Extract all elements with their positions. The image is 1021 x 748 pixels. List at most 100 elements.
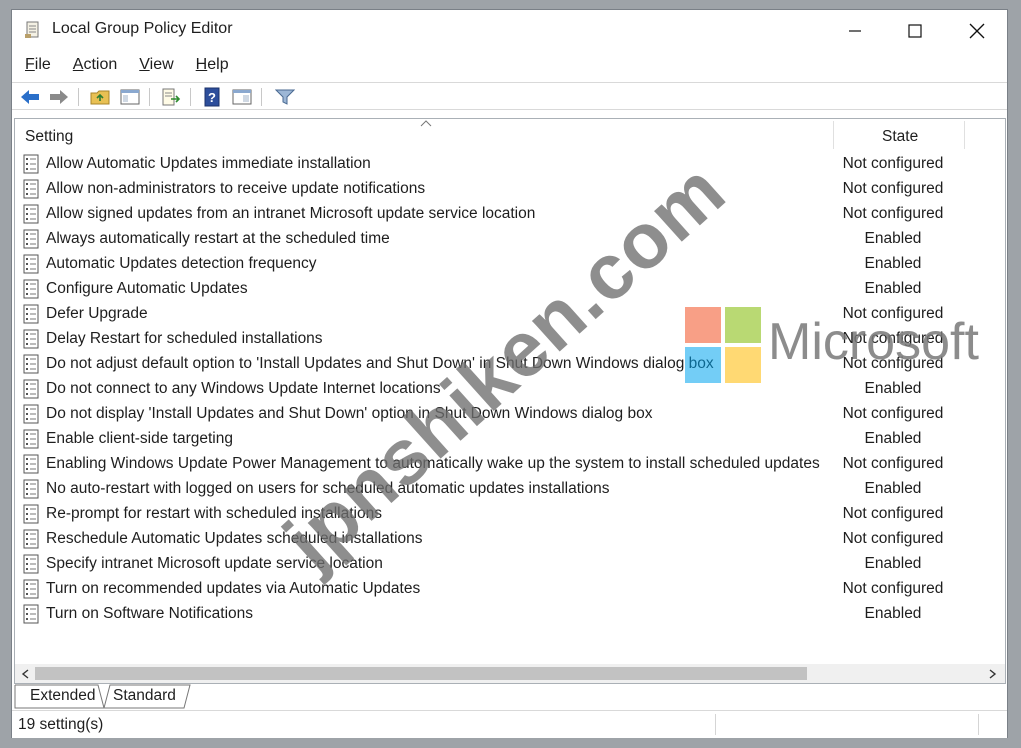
tab-standard[interactable]: Standard [102,684,190,708]
menu-action[interactable]: Action [64,52,126,78]
setting-state: Enabled [864,255,922,272]
toolbar-separator [261,88,262,106]
policy-setting-icon [23,429,39,449]
table-row[interactable]: Specify intranet Microsoft update servic… [15,552,1005,577]
setting-state: Not configured [842,405,944,422]
policy-setting-icon [23,404,39,424]
policy-setting-icon [23,604,39,624]
table-row[interactable]: Allow signed updates from an intranet Mi… [15,202,1005,227]
status-divider [715,714,716,735]
maximize-button[interactable] [885,16,945,46]
column-header-setting[interactable]: Setting [25,128,73,146]
status-divider [978,714,979,735]
chevron-left-icon [21,668,29,679]
menu-bar: File Action View Help [12,52,1007,78]
setting-name: Enable client-side targeting [46,430,233,447]
column-divider[interactable] [833,121,834,149]
column-header-state[interactable]: State [882,128,918,146]
title-bar[interactable]: Local Group Policy Editor [12,10,1007,50]
back-button[interactable] [19,87,41,107]
menu-action-label: ction [83,56,118,73]
menu-file-accel: F [25,56,35,73]
filter-button[interactable] [274,87,296,107]
menu-file-label: ile [34,56,51,73]
policy-setting-icon [23,504,39,524]
setting-state: Enabled [864,480,922,497]
setting-name: Delay Restart for scheduled installation… [46,330,323,347]
policy-setting-icon [23,529,39,549]
policy-setting-icon [23,579,39,599]
setting-state: Not configured [842,180,944,197]
window-title: Local Group Policy Editor [52,20,233,37]
show-hide-tree-icon [120,89,140,105]
policy-setting-icon [23,354,39,374]
setting-state: Not configured [842,505,944,522]
setting-name: Always automatically restart at the sche… [46,230,390,247]
policy-setting-icon [23,154,39,174]
setting-name: Allow signed updates from an intranet Mi… [46,205,536,222]
menu-file[interactable]: File [16,52,60,78]
setting-name: Configure Automatic Updates [46,280,248,297]
tab-extended[interactable]: Extended [17,684,103,708]
policy-setting-icon [23,379,39,399]
horizontal-scrollbar[interactable] [15,664,1005,683]
policy-setting-icon [23,279,39,299]
scroll-right-button[interactable] [985,665,1001,682]
table-row[interactable]: Allow non-administrators to receive upda… [15,177,1005,202]
setting-state: Not configured [842,455,944,472]
table-row[interactable]: Automatic Updates detection frequency Ena… [15,252,1005,277]
toolbar-separator [149,88,150,106]
help-button[interactable]: ? [201,87,223,107]
setting-name: Automatic Updates detection frequency [46,255,317,272]
setting-name: Do not adjust default option to 'Install… [46,355,714,372]
toolbar-separator [78,88,79,106]
forward-button[interactable] [48,87,70,107]
policy-setting-icon [23,479,39,499]
policy-setting-icon [23,554,39,574]
toolbar-separator [190,88,191,106]
status-setting-count: 19 setting(s) [18,716,104,733]
setting-state: Enabled [864,380,922,397]
minimize-button[interactable] [825,16,885,46]
properties-button[interactable] [231,87,253,107]
table-row[interactable]: Enable client-side targeting Enabled [15,427,1005,452]
setting-name: Turn on recommended updates via Automati… [46,580,421,597]
menu-help[interactable]: Help [187,52,238,78]
svg-text:?: ? [208,90,216,105]
properties-icon [232,89,252,105]
policy-setting-icon [23,254,39,274]
close-button[interactable] [947,16,1007,46]
policy-setting-icon [23,454,39,474]
show-hide-tree-button[interactable] [119,87,141,107]
setting-state: Not configured [842,205,944,222]
table-row[interactable]: Allow Automatic Updates immediate instal… [15,152,1005,177]
column-divider[interactable] [964,121,965,149]
setting-state: Enabled [864,280,922,297]
policy-setting-icon [23,329,39,349]
setting-state: Enabled [864,230,922,247]
menu-view-accel: V [139,56,150,73]
policy-setting-icon [23,229,39,249]
setting-state: Enabled [864,605,922,622]
menu-help-accel: H [195,56,208,73]
table-row[interactable]: No auto-restart with logged on users for… [15,477,1005,502]
table-row[interactable]: Enabling Windows Update Power Management… [15,452,1005,477]
toolbar: ? [12,82,1007,110]
setting-name: Do not display 'Install Updates and Shut… [46,405,653,422]
table-row[interactable]: Turn on recommended updates via Automati… [15,577,1005,602]
scrollbar-thumb[interactable] [35,667,807,680]
table-row[interactable]: Always automatically restart at the sche… [15,227,1005,252]
table-row[interactable]: Turn on Software Notifications Enabled [15,602,1005,627]
table-row[interactable]: Re-prompt for restart with scheduled ins… [15,502,1005,527]
tab-standard-label: Standard [113,687,176,704]
up-folder-button[interactable] [89,87,111,107]
menu-view[interactable]: View [130,52,182,78]
setting-name: Do not connect to any Windows Update Int… [46,380,441,397]
scroll-left-button[interactable] [17,665,33,682]
setting-name: Turn on Software Notifications [46,605,254,622]
table-row[interactable]: Reschedule Automatic Updates scheduled i… [15,527,1005,552]
status-bar: 19 setting(s) [12,710,1007,738]
microsoft-logo-icon [685,307,761,383]
tab-extended-label: Extended [30,687,96,704]
export-list-button[interactable] [160,87,182,107]
